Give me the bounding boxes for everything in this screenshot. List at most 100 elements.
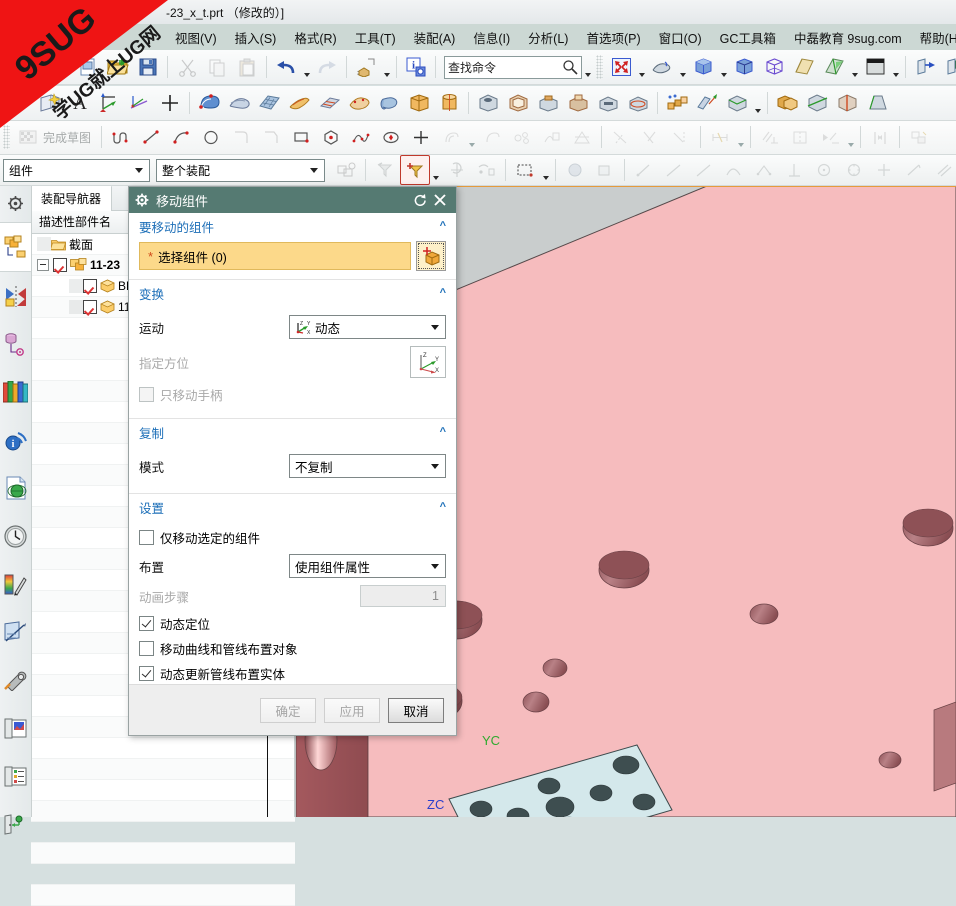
split-body-button[interactable] — [832, 88, 862, 118]
copy-button[interactable] — [202, 52, 232, 82]
tube-button[interactable] — [374, 88, 404, 118]
tree-row-empty[interactable] — [31, 885, 295, 906]
menu-preferences[interactable]: 首选项(P) — [577, 25, 649, 50]
groove-button[interactable] — [623, 88, 653, 118]
new-button[interactable] — [73, 52, 103, 82]
ellipse-button[interactable] — [376, 122, 406, 152]
menu-gc-toolbox[interactable]: GC工具箱 — [711, 25, 785, 50]
revolve-button[interactable] — [224, 88, 254, 118]
shaded-view-button[interactable] — [688, 52, 718, 82]
measure-button[interactable] — [629, 155, 659, 185]
wireframe-view-button[interactable] — [759, 52, 789, 82]
open-button[interactable] — [103, 52, 133, 82]
move-handle-only-checkbox[interactable]: 只移动手柄 — [139, 385, 446, 404]
spline-button[interactable] — [719, 155, 749, 185]
resource-bar-roles[interactable] — [0, 608, 31, 656]
vertical-line-button[interactable] — [779, 155, 809, 185]
quadrant-button[interactable] — [839, 155, 869, 185]
resource-bar-system-materials[interactable] — [0, 560, 31, 608]
quick-extend-button[interactable] — [636, 122, 666, 152]
pattern-feature-button[interactable] — [662, 88, 692, 118]
shell-button[interactable] — [503, 88, 533, 118]
menu-insert[interactable]: 插入(S) — [226, 25, 286, 50]
tree-row-empty[interactable] — [31, 864, 295, 885]
intersection-button[interactable] — [869, 155, 899, 185]
reset-icon[interactable] — [410, 190, 430, 210]
menu-help[interactable]: 帮助(H) — [911, 25, 956, 50]
fit-view-dropdown[interactable] — [636, 51, 647, 84]
line-button-b[interactable] — [689, 155, 719, 185]
line-button-a[interactable] — [659, 155, 689, 185]
dialog-title-bar[interactable]: 移动组件 — [129, 187, 456, 213]
cancel-button[interactable]: 取消 — [388, 698, 444, 723]
hide-button[interactable] — [940, 52, 956, 82]
offset-curve-button[interactable] — [436, 122, 466, 152]
rectangle-select-dropdown[interactable] — [540, 154, 551, 187]
group-header-components[interactable]: 要移动的组件 ^ — [129, 213, 456, 239]
resource-bar-ht-storage[interactable]: i — [0, 416, 31, 464]
unite-button[interactable] — [772, 88, 802, 118]
snap-filter-button[interactable] — [471, 155, 501, 185]
resource-bar-settings[interactable] — [0, 185, 31, 222]
group-header-transform[interactable]: 变换 ^ — [129, 280, 456, 306]
make-corner-button[interactable] — [666, 122, 696, 152]
mesh-surface-button[interactable] — [254, 88, 284, 118]
select-component-field[interactable]: * 选择组件 (0) — [139, 242, 411, 270]
copy-mode-combo[interactable]: 不复制 — [289, 454, 446, 478]
resource-bar-collaboration[interactable] — [0, 800, 31, 848]
rectangle-button[interactable] — [286, 122, 316, 152]
select-parts-button[interactable] — [331, 155, 361, 185]
curve-pattern-button[interactable] — [507, 122, 537, 152]
show-constraints-button[interactable] — [815, 122, 845, 152]
resource-bar-reuse-library[interactable] — [0, 368, 31, 416]
tree-row-empty[interactable] — [31, 843, 295, 864]
chevron-up-icon[interactable]: ^ — [440, 426, 446, 438]
menu-view[interactable]: 视图(V) — [166, 25, 226, 50]
tree-row-empty[interactable] — [31, 738, 295, 759]
menu-analysis[interactable]: 分析(L) — [519, 25, 577, 50]
trim-body-button[interactable] — [802, 88, 832, 118]
point-feature-button[interactable] — [155, 88, 185, 118]
circle-center-button[interactable] — [809, 155, 839, 185]
group-header-copy[interactable]: 复制 ^ — [129, 419, 456, 445]
dimension-dropdown[interactable] — [735, 121, 746, 154]
undo-dropdown[interactable] — [301, 51, 312, 84]
move-selected-only-checkbox[interactable]: 仅移动选定的组件 — [139, 528, 446, 547]
sketch-button[interactable] — [35, 88, 65, 118]
component-color-button[interactable] — [560, 155, 590, 185]
zoom-button[interactable] — [647, 52, 677, 82]
fit-view-button[interactable] — [606, 52, 636, 82]
assembly-scope-combo[interactable]: 整个装配 — [156, 159, 325, 182]
chevron-up-icon[interactable]: ^ — [440, 287, 446, 299]
edge-blend-dropdown[interactable] — [752, 87, 763, 120]
resource-bar-constraint-navigator[interactable] — [0, 272, 31, 320]
background-color-dropdown[interactable] — [890, 51, 901, 84]
resource-bar-part-list[interactable] — [0, 752, 31, 800]
filter-point-dropdown[interactable] — [430, 154, 441, 187]
fillet-button[interactable] — [226, 122, 256, 152]
tree-checkbox[interactable] — [83, 300, 97, 314]
chamfer-button[interactable] — [256, 122, 286, 152]
swept-button[interactable] — [314, 88, 344, 118]
menu-zhonglei[interactable]: 中磊教育 9sug.com — [785, 25, 911, 50]
arc-button[interactable] — [166, 122, 196, 152]
resource-bar-image-palette[interactable] — [0, 704, 31, 752]
point-button[interactable] — [406, 122, 436, 152]
face-analysis-dropdown[interactable] — [849, 51, 860, 84]
block-button[interactable] — [404, 88, 434, 118]
menu-info[interactable]: 信息(I) — [464, 25, 519, 50]
edge-blend-button[interactable] — [722, 88, 752, 118]
resource-bar-history[interactable] — [0, 512, 31, 560]
cut-button[interactable] — [172, 52, 202, 82]
profile-button[interactable] — [106, 122, 136, 152]
zoom-dropdown[interactable] — [677, 51, 688, 84]
close-icon[interactable] — [430, 190, 450, 210]
chevron-up-icon[interactable]: ^ — [440, 220, 446, 232]
menu-tools[interactable]: 工具(T) — [346, 25, 405, 50]
reposition-dropdown[interactable] — [381, 51, 392, 84]
finish-sketch-button[interactable] — [13, 122, 43, 152]
intersect-curve-button[interactable] — [567, 122, 597, 152]
move-curves-checkbox[interactable]: 移动曲线和管线布置对象 — [139, 639, 446, 658]
snap-point-button[interactable] — [441, 155, 471, 185]
select-component-button[interactable] — [416, 241, 446, 271]
